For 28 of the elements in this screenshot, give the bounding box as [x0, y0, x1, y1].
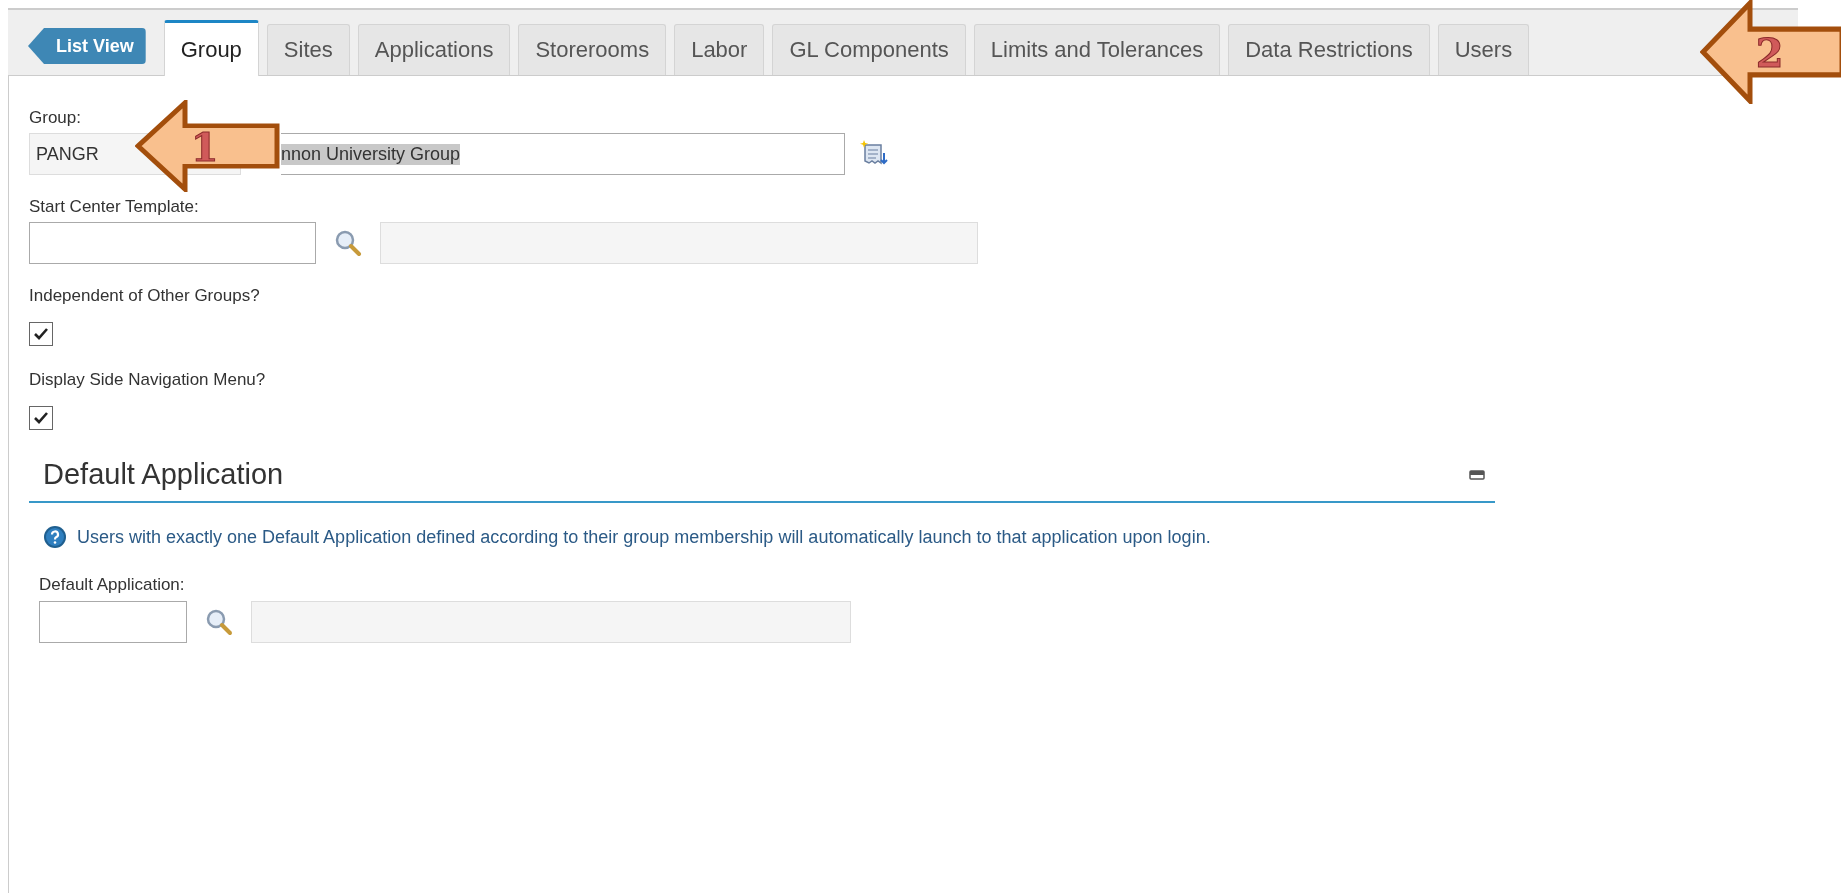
default-application-field[interactable] [39, 601, 187, 643]
callout-arrow: 2 [1700, 0, 1841, 104]
field-label: Group: [29, 108, 82, 128]
search-icon[interactable] [334, 229, 362, 257]
checkbox[interactable] [29, 406, 53, 430]
tab[interactable]: Data Restrictions [1228, 24, 1430, 75]
tab[interactable]: GL Components [772, 24, 966, 75]
checkbox-label: Independent of Other Groups? [29, 286, 261, 306]
tab[interactable]: Group [163, 20, 259, 76]
section-title: Default Application [43, 458, 284, 491]
start-center-template-field[interactable] [29, 222, 316, 264]
tab[interactable]: Storerooms [518, 24, 667, 75]
tab[interactable]: Users [1437, 24, 1530, 75]
collapse-icon[interactable] [1469, 469, 1485, 480]
list-view-button[interactable]: List View [28, 28, 146, 64]
callout-arrow: 1 [135, 100, 280, 192]
tab[interactable]: Labor [674, 24, 765, 75]
search-icon[interactable] [205, 608, 233, 636]
field-label: Default Application: [39, 575, 186, 595]
checkbox-label: Display Side Navigation Menu? [29, 370, 267, 390]
description-field[interactable]: nnon University Group [281, 133, 845, 175]
info-text: Users with exactly one Default Application defined according to their group membership will automatically launch to that application upon login. [77, 526, 1211, 548]
tab[interactable]: Limits and Tolerances [973, 24, 1221, 75]
tab[interactable]: Sites [266, 24, 350, 75]
checkbox[interactable] [29, 322, 53, 346]
help-icon [43, 525, 67, 549]
field-label: Start Center Template: [29, 197, 200, 217]
tab[interactable]: Applications [357, 24, 511, 75]
